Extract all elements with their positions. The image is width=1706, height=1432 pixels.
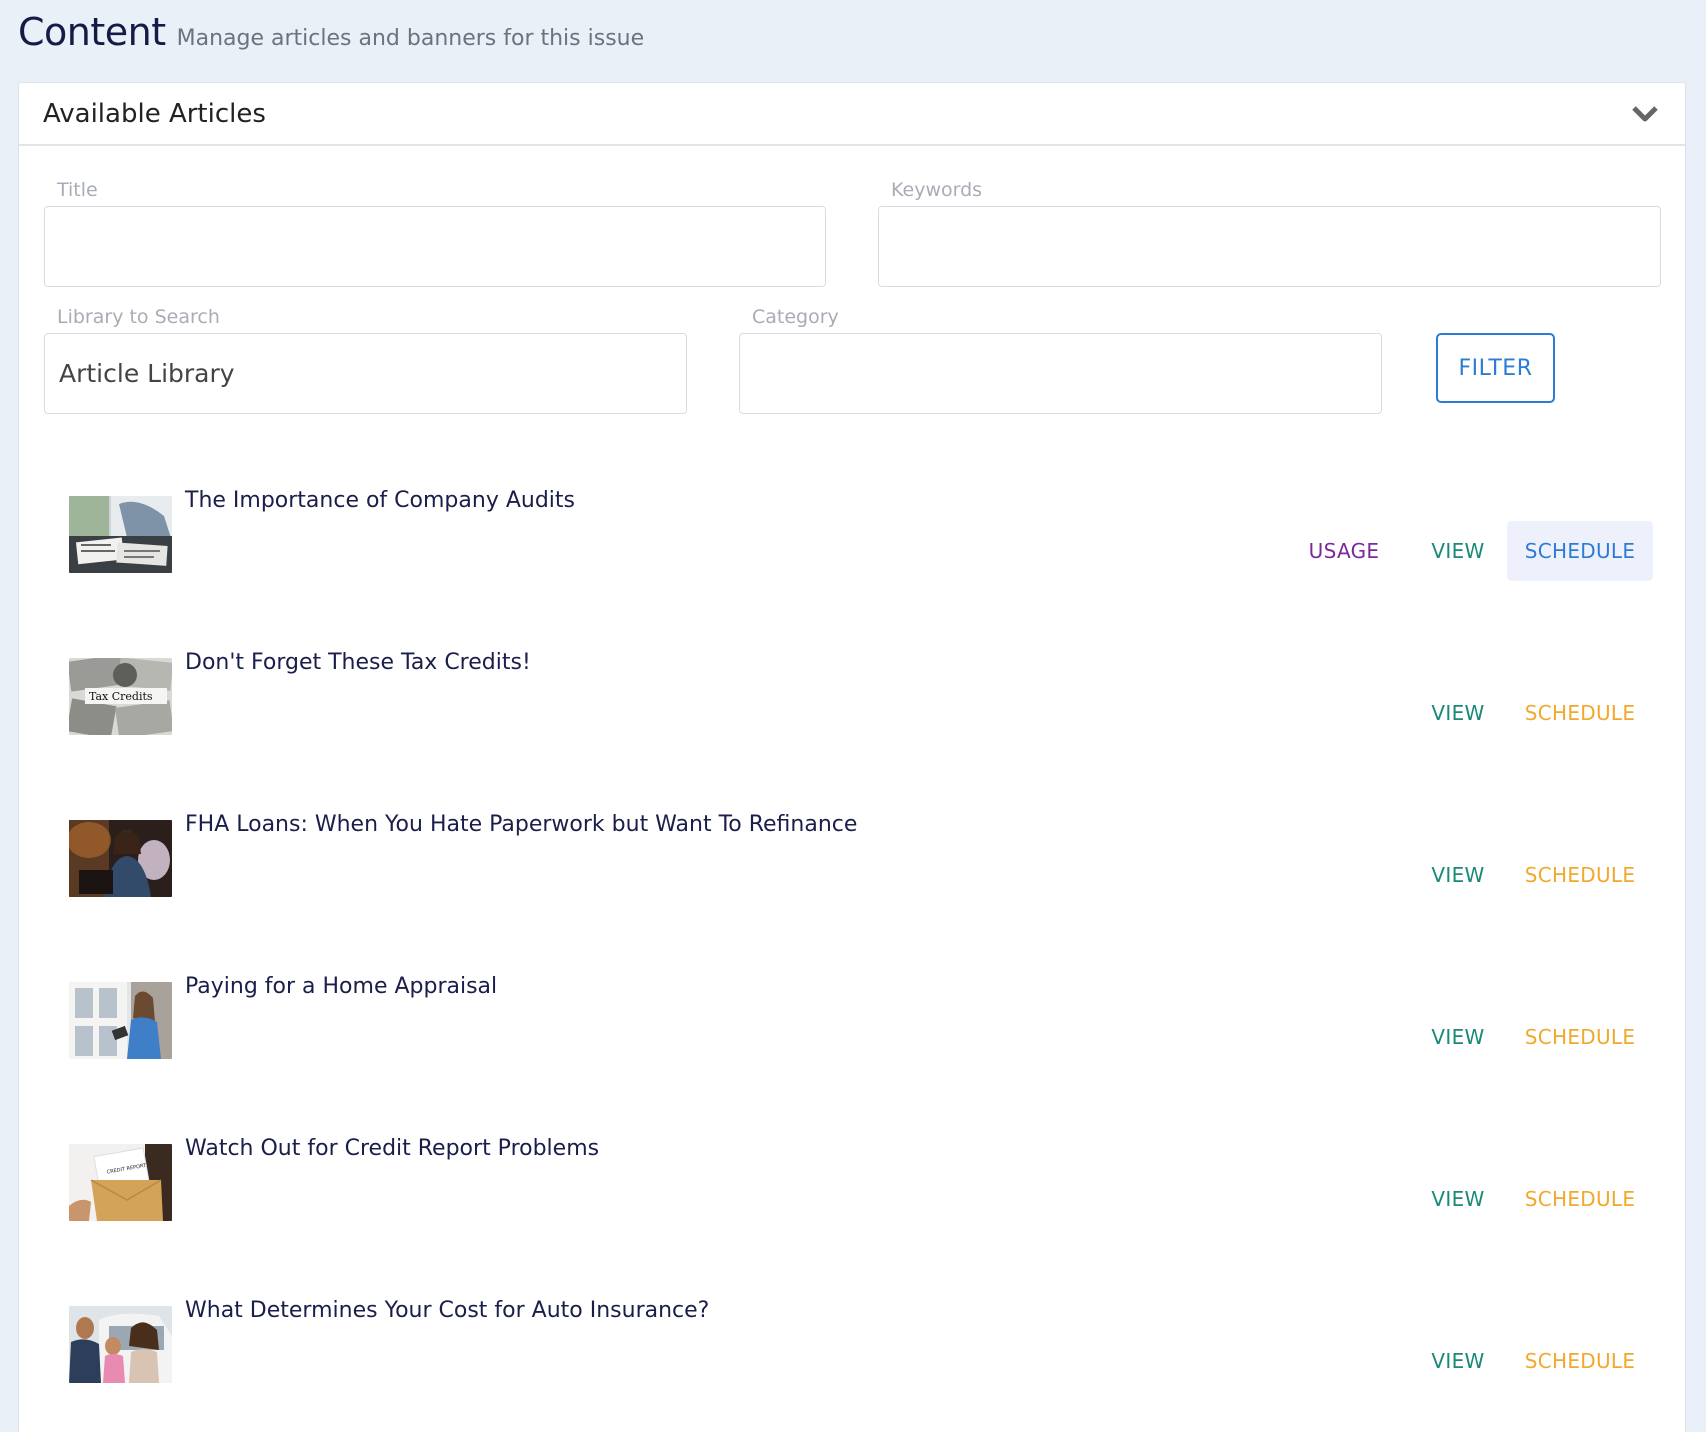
tax-credits-money-photo: Tax Credits (69, 658, 172, 735)
schedule-button[interactable]: SCHEDULE (1507, 1331, 1653, 1391)
article-row: What Determines Your Cost for Auto Insur… (69, 1298, 1659, 1418)
keywords-field-label: Keywords (891, 179, 983, 201)
article-title[interactable]: Paying for a Home Appraisal (185, 974, 497, 999)
article-row: FHA Loans: When You Hate Paperwork but W… (69, 812, 1659, 932)
article-title[interactable]: FHA Loans: When You Hate Paperwork but W… (185, 812, 857, 837)
chevron-down-icon[interactable] (1631, 104, 1659, 124)
schedule-button[interactable]: SCHEDULE (1507, 1169, 1653, 1229)
view-button[interactable]: VIEW (1409, 1169, 1507, 1229)
article-title[interactable]: Don't Forget These Tax Credits! (185, 650, 531, 675)
panel-title: Available Articles (43, 98, 266, 129)
article-row: CREDIT REPORT Watch Out for Credit Repor… (69, 1136, 1659, 1256)
article-title[interactable]: The Importance of Company Audits (185, 488, 575, 513)
view-button[interactable]: VIEW (1409, 521, 1507, 581)
svg-text:Tax Credits: Tax Credits (89, 690, 153, 703)
view-button[interactable]: VIEW (1409, 845, 1507, 905)
page-title: Content (18, 10, 166, 54)
woman-at-laptop-photo (69, 820, 172, 897)
panel-header[interactable]: Available Articles (19, 83, 1685, 146)
category-select[interactable] (739, 333, 1382, 414)
schedule-button[interactable]: SCHEDULE (1507, 845, 1653, 905)
category-field-label: Category (752, 306, 839, 328)
article-row: The Importance of Company Audits USAGE V… (69, 488, 1659, 608)
usage-button[interactable]: USAGE (1295, 521, 1393, 581)
home-appraiser-photo (69, 982, 172, 1059)
schedule-button[interactable]: SCHEDULE (1507, 521, 1653, 581)
page-header: Content Manage articles and banners for … (18, 10, 644, 54)
view-button[interactable]: VIEW (1409, 1331, 1507, 1391)
view-button[interactable]: VIEW (1409, 683, 1507, 743)
keywords-input[interactable] (878, 206, 1661, 287)
title-input[interactable] (44, 206, 826, 287)
library-select-value: Article Library (59, 359, 235, 388)
article-row: Paying for a Home Appraisal VIEW SCHEDUL… (69, 974, 1659, 1094)
credit-report-envelope-photo: CREDIT REPORT (69, 1144, 172, 1221)
family-by-car-photo (69, 1306, 172, 1383)
schedule-button[interactable]: SCHEDULE (1507, 1007, 1653, 1067)
library-field-label: Library to Search (57, 306, 220, 328)
article-title[interactable]: What Determines Your Cost for Auto Insur… (185, 1298, 709, 1323)
title-field-label: Title (57, 179, 98, 201)
article-row: Tax Credits Don't Forget These Tax Credi… (69, 650, 1659, 770)
schedule-button[interactable]: SCHEDULE (1507, 683, 1653, 743)
business-documents-photo (69, 496, 172, 573)
view-button[interactable]: VIEW (1409, 1007, 1507, 1067)
page-subtitle: Manage articles and banners for this iss… (176, 26, 645, 51)
library-select[interactable]: Article Library (44, 333, 687, 414)
available-articles-panel: Available Articles Title Keywords Librar… (18, 82, 1686, 1432)
filter-button[interactable]: FILTER (1436, 333, 1555, 403)
article-title[interactable]: Watch Out for Credit Report Problems (185, 1136, 599, 1161)
